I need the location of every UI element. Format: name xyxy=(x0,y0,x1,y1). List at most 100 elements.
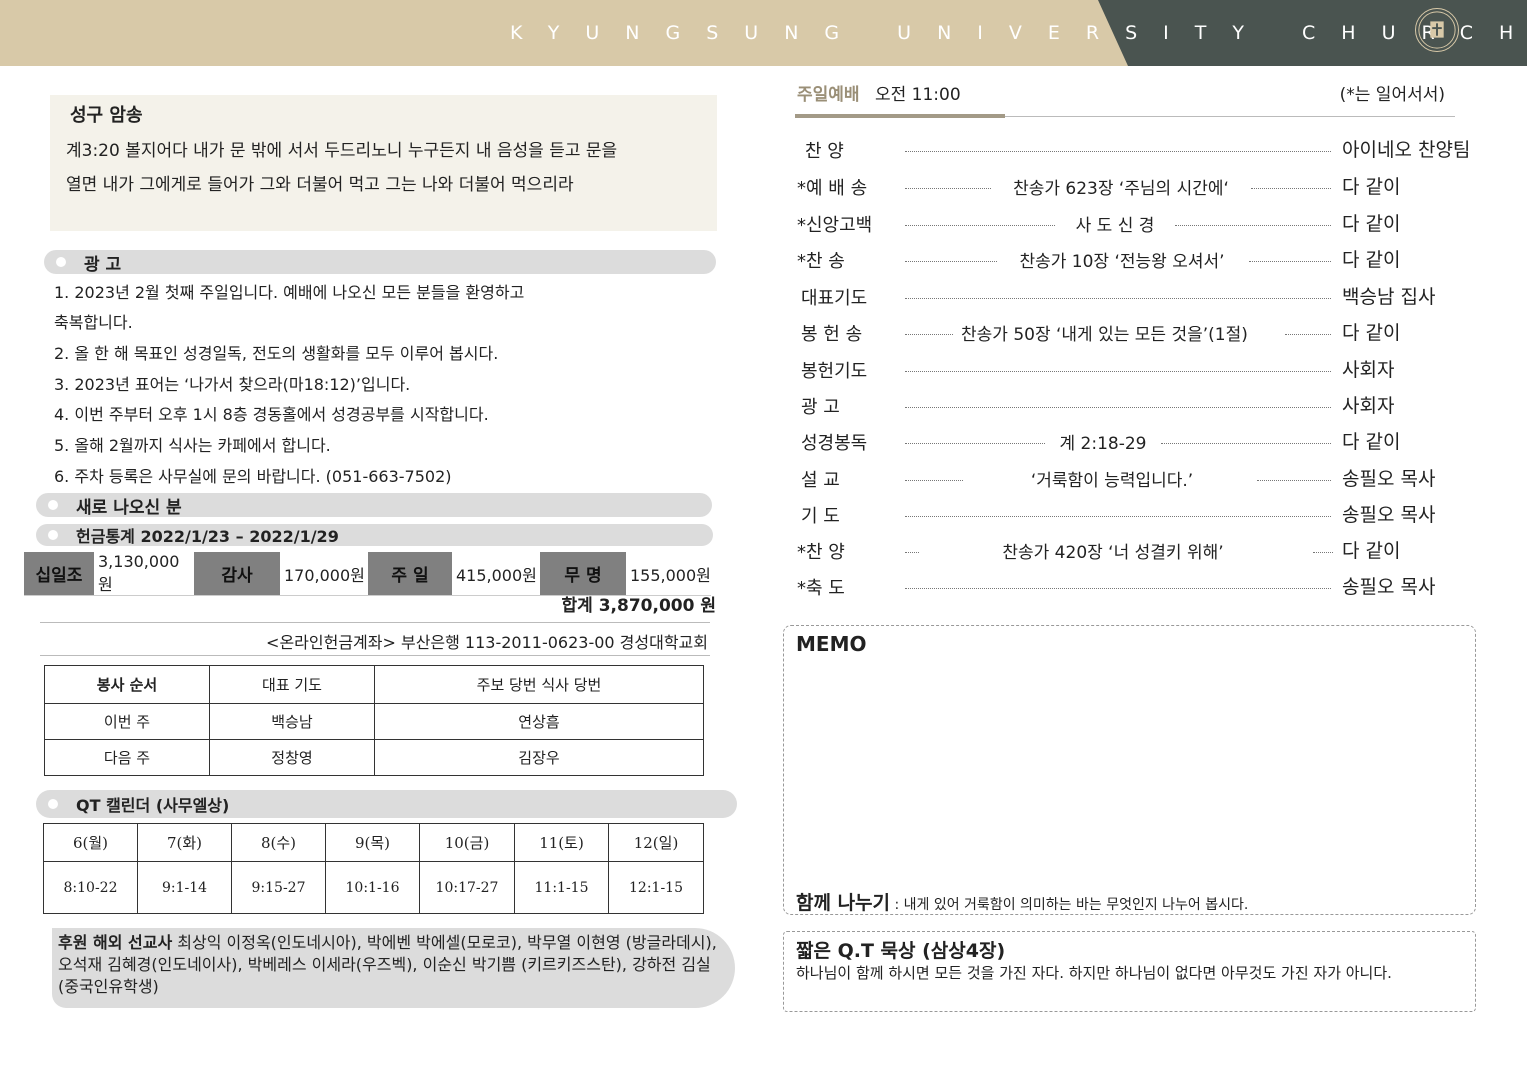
leader-line xyxy=(905,298,1331,299)
memory-verse-line: 계3:20 볼지어다 내가 문 밖에 서서 두드리노니 누구든지 내 음성을 듣… xyxy=(66,141,618,161)
offering-value: 155,000원 xyxy=(626,552,711,596)
qt-day: 8(수) xyxy=(231,823,326,862)
order-item-name: *예 배 송 xyxy=(797,178,868,199)
leader-line xyxy=(905,443,1045,444)
offering-label: 감사 xyxy=(194,552,280,596)
online-offering-account: <온라인헌금계좌> 부산은행 113-2011-0623-00 경성대학교회 xyxy=(266,633,708,652)
qt-day: 6(월) xyxy=(43,823,138,862)
university-seal-icon xyxy=(1415,8,1459,52)
worship-order-row: 설 교 ‘거룩함이 능력입니다.’ 송필오 목사 xyxy=(797,466,1487,496)
leader-line xyxy=(905,516,1331,517)
worship-order-row: 성경봉독 계 2:18-29 다 같이 xyxy=(797,429,1487,459)
worship-title: 주일예배 xyxy=(797,85,860,105)
order-item-name: 찬 양 xyxy=(805,141,844,162)
leader-line xyxy=(905,334,953,335)
announcement-item: 2. 올 한 해 목표인 성경일독, 전도의 생활화를 모두 이루어 봅시다. xyxy=(54,344,499,363)
leader-line xyxy=(1175,225,1331,226)
worship-order-row: *찬 송 찬송가 10장 ‘전능왕 오셔서’ 다 같이 xyxy=(797,247,1487,277)
announcement-item: 축복합니다. xyxy=(54,313,133,332)
qt-calendar-header: QT 캘린더 (사무엘상) xyxy=(36,790,737,818)
announcements-header: 광 고 xyxy=(44,250,716,275)
offering-total: 합계 3,870,000 원 xyxy=(561,596,716,616)
qt-passage: 12:1-15 xyxy=(608,861,704,914)
service-duty-table: 봉사 순서 대표 기도 주보 당번 식사 당번 이번 주 백승남 연상흠 다음 … xyxy=(44,665,704,776)
announcement-item: 4. 이번 주부터 오후 1시 8층 경동홀에서 성경공부를 시작합니다. xyxy=(54,405,489,424)
announcement-item: 3. 2023년 표어는 ‘나가서 찾으라(마18:12)’입니다. xyxy=(54,375,411,394)
memory-verse-title: 성구 암송 xyxy=(70,105,143,126)
order-item-content: 찬송가 50장 ‘내게 있는 모든 것을’(1절) xyxy=(961,325,1248,345)
leader-line xyxy=(905,407,1331,408)
qt-passage: 10:1-16 xyxy=(325,861,420,914)
order-item-name: *찬 송 xyxy=(797,251,845,272)
order-item-name: 봉헌기도 xyxy=(801,361,868,382)
bullet-dot-icon xyxy=(48,500,58,510)
worship-order-row: *신앙고백 사 도 신 경 다 같이 xyxy=(797,211,1487,241)
worship-order-row: *찬 양 찬송가 420장 ‘너 성결키 위해’ 다 같이 xyxy=(797,538,1487,568)
order-item-content: 계 2:18-29 xyxy=(1059,434,1147,454)
duty-cell: 백승남 xyxy=(209,703,375,740)
qt-day: 9(목) xyxy=(325,823,420,862)
order-item-leader: 다 같이 xyxy=(1342,176,1401,198)
offering-label: 주 일 xyxy=(368,552,452,596)
offering-label: 십일조 xyxy=(24,552,94,596)
offering-table: 십일조 3,130,000원 감사 170,000원 주 일 415,000원 … xyxy=(24,552,711,596)
offering-header: 헌금통계 2022/1/23 – 2022/1/29 xyxy=(36,524,713,546)
offering-value: 170,000원 xyxy=(280,552,368,596)
header-banner: KYUNGSUNG UNIVERSITY CHURCH xyxy=(0,0,1527,66)
share-prompt: 함께 나누기 : 내게 있어 거룩함이 의미하는 바는 무엇인지 나누어 봅시다… xyxy=(796,888,1248,915)
order-item-leader: 다 같이 xyxy=(1342,322,1401,344)
divider xyxy=(40,622,710,623)
order-item-content: ‘거룩함이 능력입니다.’ xyxy=(1030,471,1194,491)
bullet-dot-icon xyxy=(48,530,58,540)
leader-line xyxy=(1251,188,1331,189)
qt-calendar-title: QT 캘린더 (사무엘상) xyxy=(76,796,230,815)
memory-verse-line: 열면 내가 그에게로 들어가 그와 더불어 먹고 그는 나와 더불어 먹으리라 xyxy=(66,175,574,195)
qt-day: 7(화) xyxy=(137,823,232,862)
leader-line xyxy=(905,552,919,553)
memo-title: MEMO xyxy=(796,632,867,656)
leader-line xyxy=(1257,480,1331,481)
leader-line xyxy=(1161,443,1331,444)
duty-header: 대표 기도 xyxy=(209,665,375,704)
qt-meditation-text: 하나님이 함께 하시면 모든 것을 가진 자다. 하지만 하나님이 없다면 아무… xyxy=(796,964,1392,982)
leader-line xyxy=(905,588,1331,589)
order-item-leader: 송필오 목사 xyxy=(1342,504,1436,526)
offering-value: 415,000원 xyxy=(452,552,540,596)
missionaries-box: 후원 해외 선교사 최상익 이정옥(인도네시아), 박에벤 박에셀(모로코), … xyxy=(52,928,735,1008)
leader-line xyxy=(1285,334,1331,335)
worship-order-row: *축 도 송필오 목사 xyxy=(797,574,1487,604)
worship-order-row: 광 고 사회자 xyxy=(797,393,1487,423)
order-item-name: 대표기도 xyxy=(801,288,868,309)
order-item-leader: 송필오 목사 xyxy=(1342,576,1436,598)
memory-verse-box: 성구 암송 계3:20 볼지어다 내가 문 밖에 서서 두드리노니 누구든지 내… xyxy=(50,95,717,231)
qt-passage: 11:1-15 xyxy=(514,861,609,914)
qt-passage: 8:10-22 xyxy=(43,861,138,914)
qt-meditation-box: 짧은 Q.T 묵상 (삼상4장) 하나님이 함께 하시면 모든 것을 가진 자다… xyxy=(783,931,1476,1012)
order-item-name: *신앙고백 xyxy=(797,215,873,236)
missionaries-label: 후원 해외 선교사 xyxy=(58,933,173,952)
order-item-leader: 사회자 xyxy=(1342,395,1395,417)
leader-line xyxy=(1249,261,1331,262)
duty-cell: 다음 주 xyxy=(44,739,210,776)
worship-order-row: *예 배 송 찬송가 623장 ‘주님의 시간에‘ 다 같이 xyxy=(797,174,1487,204)
order-item-leader: 다 같이 xyxy=(1342,431,1401,453)
order-item-name: *찬 양 xyxy=(797,542,845,563)
newcomers-header: 새로 나오신 분 xyxy=(36,493,712,518)
offering-title: 헌금통계 2022/1/23 – 2022/1/29 xyxy=(76,527,339,546)
worship-order-row: 봉헌기도 사회자 xyxy=(797,357,1487,387)
qt-meditation-title: 짧은 Q.T 묵상 (삼상4장) xyxy=(796,940,1006,962)
order-item-content: 사 도 신 경 xyxy=(1075,216,1155,236)
qt-passage: 9:15-27 xyxy=(231,861,326,914)
order-item-name: 봉 헌 송 xyxy=(801,324,863,345)
qt-day: 10(금) xyxy=(419,823,515,862)
duty-cell: 연상흠 xyxy=(374,703,704,740)
order-item-name: 광 고 xyxy=(801,397,840,418)
announcement-item: 6. 주차 등록은 사무실에 문의 바랍니다. (051-663-7502) xyxy=(54,467,452,486)
order-item-name: *축 도 xyxy=(797,578,845,599)
share-label: 함께 나누기 xyxy=(796,892,891,914)
offering-label: 무 명 xyxy=(540,552,626,596)
order-item-content: 찬송가 420장 ‘너 성결키 위해’ xyxy=(1002,543,1224,563)
order-item-leader: 다 같이 xyxy=(1342,213,1401,235)
duty-cell: 이번 주 xyxy=(44,703,210,740)
leader-line xyxy=(905,188,991,189)
